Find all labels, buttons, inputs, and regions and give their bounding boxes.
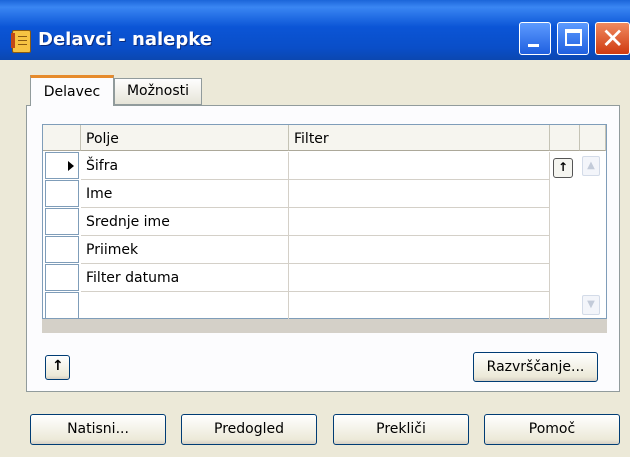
window-title: Delavci - nalepke — [38, 29, 212, 50]
filter-cell[interactable] — [289, 236, 550, 264]
row-selector[interactable] — [45, 236, 79, 263]
table-row[interactable] — [43, 292, 550, 320]
field-cell[interactable]: Priimek — [81, 236, 289, 264]
minimize-button[interactable] — [519, 22, 551, 55]
tab-moznosti[interactable]: Možnosti — [114, 78, 202, 105]
tab-delavec[interactable]: Delavec — [30, 75, 114, 106]
filter-cell[interactable] — [289, 208, 550, 236]
filter-cell[interactable] — [289, 152, 550, 180]
help-button[interactable]: Pomoč — [484, 414, 620, 445]
field-cell[interactable]: Filter datuma — [81, 264, 289, 292]
table-row[interactable]: Priimek — [43, 236, 550, 264]
close-icon: ✕ — [601, 22, 625, 55]
table-row[interactable]: Ime — [43, 180, 550, 208]
scroll-down-button[interactable]: ▼ — [582, 295, 600, 315]
maximize-button[interactable] — [557, 22, 589, 55]
table-row[interactable]: Šifra — [43, 152, 550, 180]
table-row[interactable]: Filter datuma — [43, 264, 550, 292]
print-button[interactable]: Natisni... — [30, 414, 166, 445]
row-selector-header — [43, 125, 81, 151]
close-button[interactable]: ✕ — [595, 22, 630, 55]
field-cell[interactable] — [81, 292, 289, 320]
document-icon — [11, 30, 31, 53]
filter-cell[interactable] — [289, 292, 550, 320]
field-cell[interactable]: Srednje ime — [81, 208, 289, 236]
maximize-icon — [565, 29, 582, 46]
column-header-polje[interactable]: Polje — [81, 125, 289, 151]
minimize-icon — [528, 44, 539, 47]
field-cell[interactable]: Šifra — [81, 152, 289, 180]
row-selector[interactable] — [45, 208, 79, 235]
move-up-button[interactable]: ↑ — [45, 355, 70, 380]
field-cell[interactable]: Ime — [81, 180, 289, 208]
cancel-button[interactable]: Prekliči — [333, 414, 469, 445]
lookup-button[interactable]: ↑ — [553, 158, 573, 178]
table-row[interactable]: Srednje ime — [43, 208, 550, 236]
row-selector[interactable] — [45, 180, 79, 207]
row-selector[interactable] — [45, 152, 79, 179]
arrow-up-icon: ↑ — [558, 160, 569, 174]
arrow-up-icon: ↑ — [52, 358, 64, 374]
scroll-up-button[interactable]: ▲ — [582, 156, 600, 176]
row-selector[interactable] — [45, 264, 79, 291]
current-row-pointer-icon — [68, 161, 74, 171]
filter-cell[interactable] — [289, 180, 550, 208]
filter-cell[interactable] — [289, 264, 550, 292]
title-bar: Delavci - nalepke ✕ — [0, 0, 630, 60]
row-selector[interactable] — [45, 292, 79, 319]
dialog-window: Delavci - nalepke ✕ Delavec Možnosti Pol… — [0, 0, 630, 457]
column-header-filter[interactable]: Filter — [289, 125, 550, 151]
column-header-blank — [550, 125, 580, 151]
sort-button[interactable]: Razvrščanje... — [473, 352, 598, 382]
table-footer-bar — [42, 319, 607, 333]
preview-button[interactable]: Predogled — [181, 414, 317, 445]
field-filter-table: Polje Filter Šifra Ime Srednje ime Priim… — [42, 124, 607, 320]
column-header-end — [580, 125, 606, 151]
